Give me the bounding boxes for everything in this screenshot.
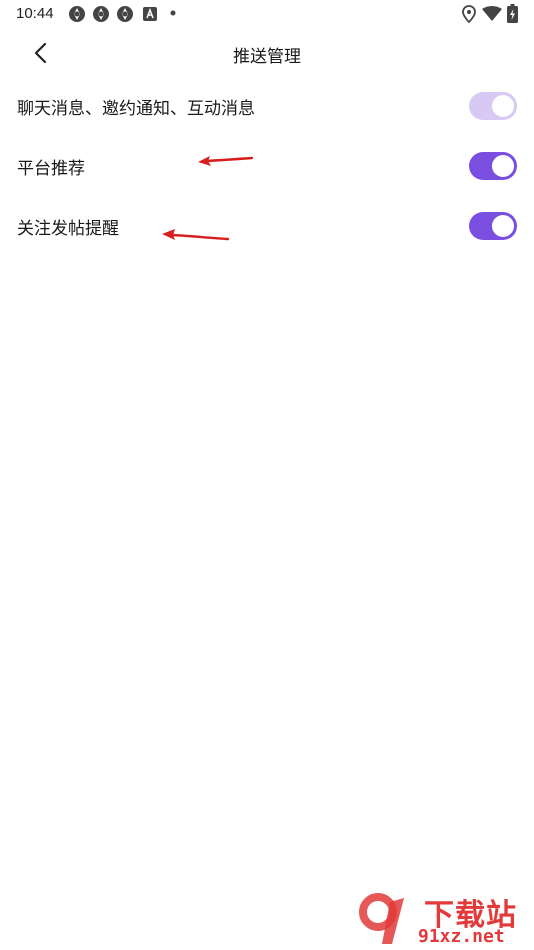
setting-label: 关注发帖提醒 bbox=[17, 219, 119, 239]
wifi-icon bbox=[482, 6, 502, 21]
setting-row-chat-notifications: 聊天消息、邀约通知、互动消息 bbox=[0, 76, 534, 136]
toggle-knob bbox=[492, 95, 514, 117]
aperture-icon bbox=[117, 6, 133, 22]
follow-post-reminder-toggle[interactable] bbox=[469, 212, 517, 240]
watermark-logo-icon bbox=[359, 893, 404, 944]
toggle-knob bbox=[492, 155, 514, 177]
platform-recommend-toggle[interactable] bbox=[469, 152, 517, 180]
annotation-arrow-icon bbox=[162, 229, 230, 241]
status-bar: 10:44 bbox=[0, 0, 534, 28]
chat-notifications-toggle[interactable] bbox=[469, 92, 517, 120]
location-icon bbox=[462, 5, 476, 23]
font-icon bbox=[143, 7, 157, 21]
aperture-icon bbox=[69, 6, 85, 22]
page-title: 推送管理 bbox=[233, 47, 301, 67]
setting-label: 平台推荐 bbox=[17, 159, 85, 179]
watermark: 下载站 91xz.net bbox=[354, 888, 534, 950]
setting-row-follow-post-reminder: 关注发帖提醒 bbox=[0, 196, 534, 256]
nav-bar: 推送管理 bbox=[0, 30, 534, 78]
aperture-icon bbox=[93, 6, 109, 22]
annotation-arrow-icon bbox=[198, 156, 254, 166]
toggle-knob bbox=[492, 215, 514, 237]
setting-row-platform-recommend: 平台推荐 bbox=[0, 136, 534, 196]
status-time: 10:44 bbox=[16, 5, 54, 22]
settings-list: 聊天消息、邀约通知、互动消息 平台推荐 关注发帖提醒 bbox=[0, 76, 534, 256]
setting-label: 聊天消息、邀约通知、互动消息 bbox=[17, 99, 255, 119]
watermark-domain: 91xz.net bbox=[418, 926, 505, 947]
battery-charging-icon bbox=[507, 4, 518, 23]
dot-icon bbox=[170, 10, 176, 16]
